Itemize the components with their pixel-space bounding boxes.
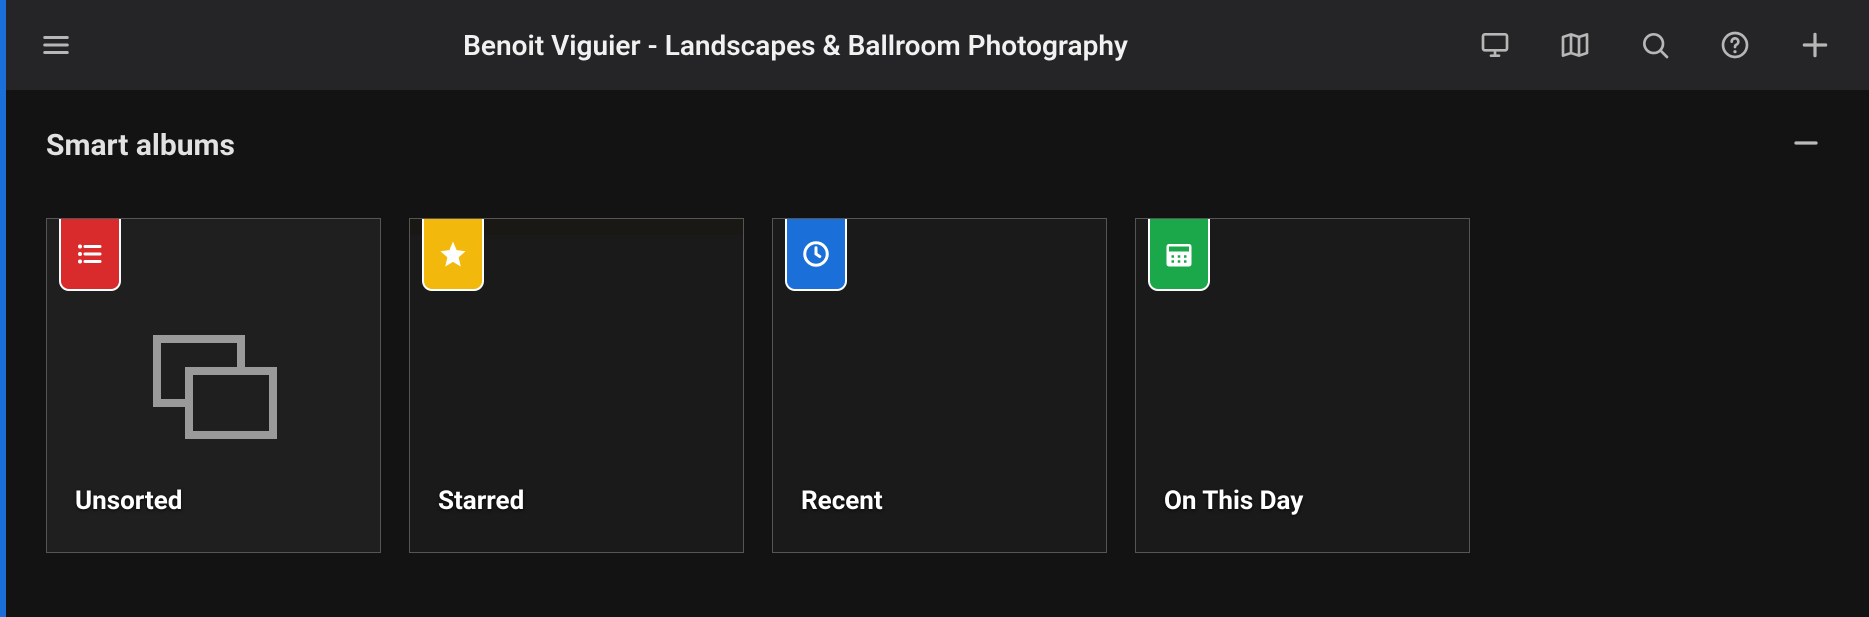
album-starred[interactable]: Starred [409,218,744,553]
clock-icon [801,239,831,269]
album-on-this-day[interactable]: On This Day [1135,218,1470,553]
content-area: Smart albums [6,90,1869,617]
minus-icon [1791,128,1821,158]
menu-button[interactable] [34,23,78,67]
calendar-icon [1164,239,1194,269]
album-grid: Unsorted Starred [46,218,1829,553]
album-label: Starred [438,486,524,516]
top-actions [1473,23,1837,67]
map-button[interactable] [1553,23,1597,67]
map-icon [1559,29,1591,61]
top-bar: Benoit Viguier - Landscapes & Ballroom P… [6,0,1869,90]
section-header: Smart albums [46,120,1829,170]
album-label: Unsorted [75,486,182,516]
list-icon [75,239,105,269]
add-button[interactable] [1793,23,1837,67]
display-button[interactable] [1473,23,1517,67]
collapse-section-button[interactable] [1783,120,1829,170]
search-button[interactable] [1633,23,1677,67]
album-label: On This Day [1164,486,1303,516]
help-icon [1719,29,1751,61]
placeholder-stack-icon [149,331,279,441]
album-badge [59,219,121,291]
album-label: Recent [801,486,883,516]
hamburger-icon [41,30,71,60]
album-recent[interactable]: Recent [772,218,1107,553]
album-badge [785,219,847,291]
page-title: Benoit Viguier - Landscapes & Ballroom P… [118,29,1473,62]
album-badge [1148,219,1210,291]
search-icon [1639,29,1671,61]
star-icon [438,239,468,269]
album-unsorted[interactable]: Unsorted [46,218,381,553]
monitor-icon [1479,29,1511,61]
section-title: Smart albums [46,128,235,163]
album-badge [422,219,484,291]
plus-icon [1799,29,1831,61]
help-button[interactable] [1713,23,1757,67]
